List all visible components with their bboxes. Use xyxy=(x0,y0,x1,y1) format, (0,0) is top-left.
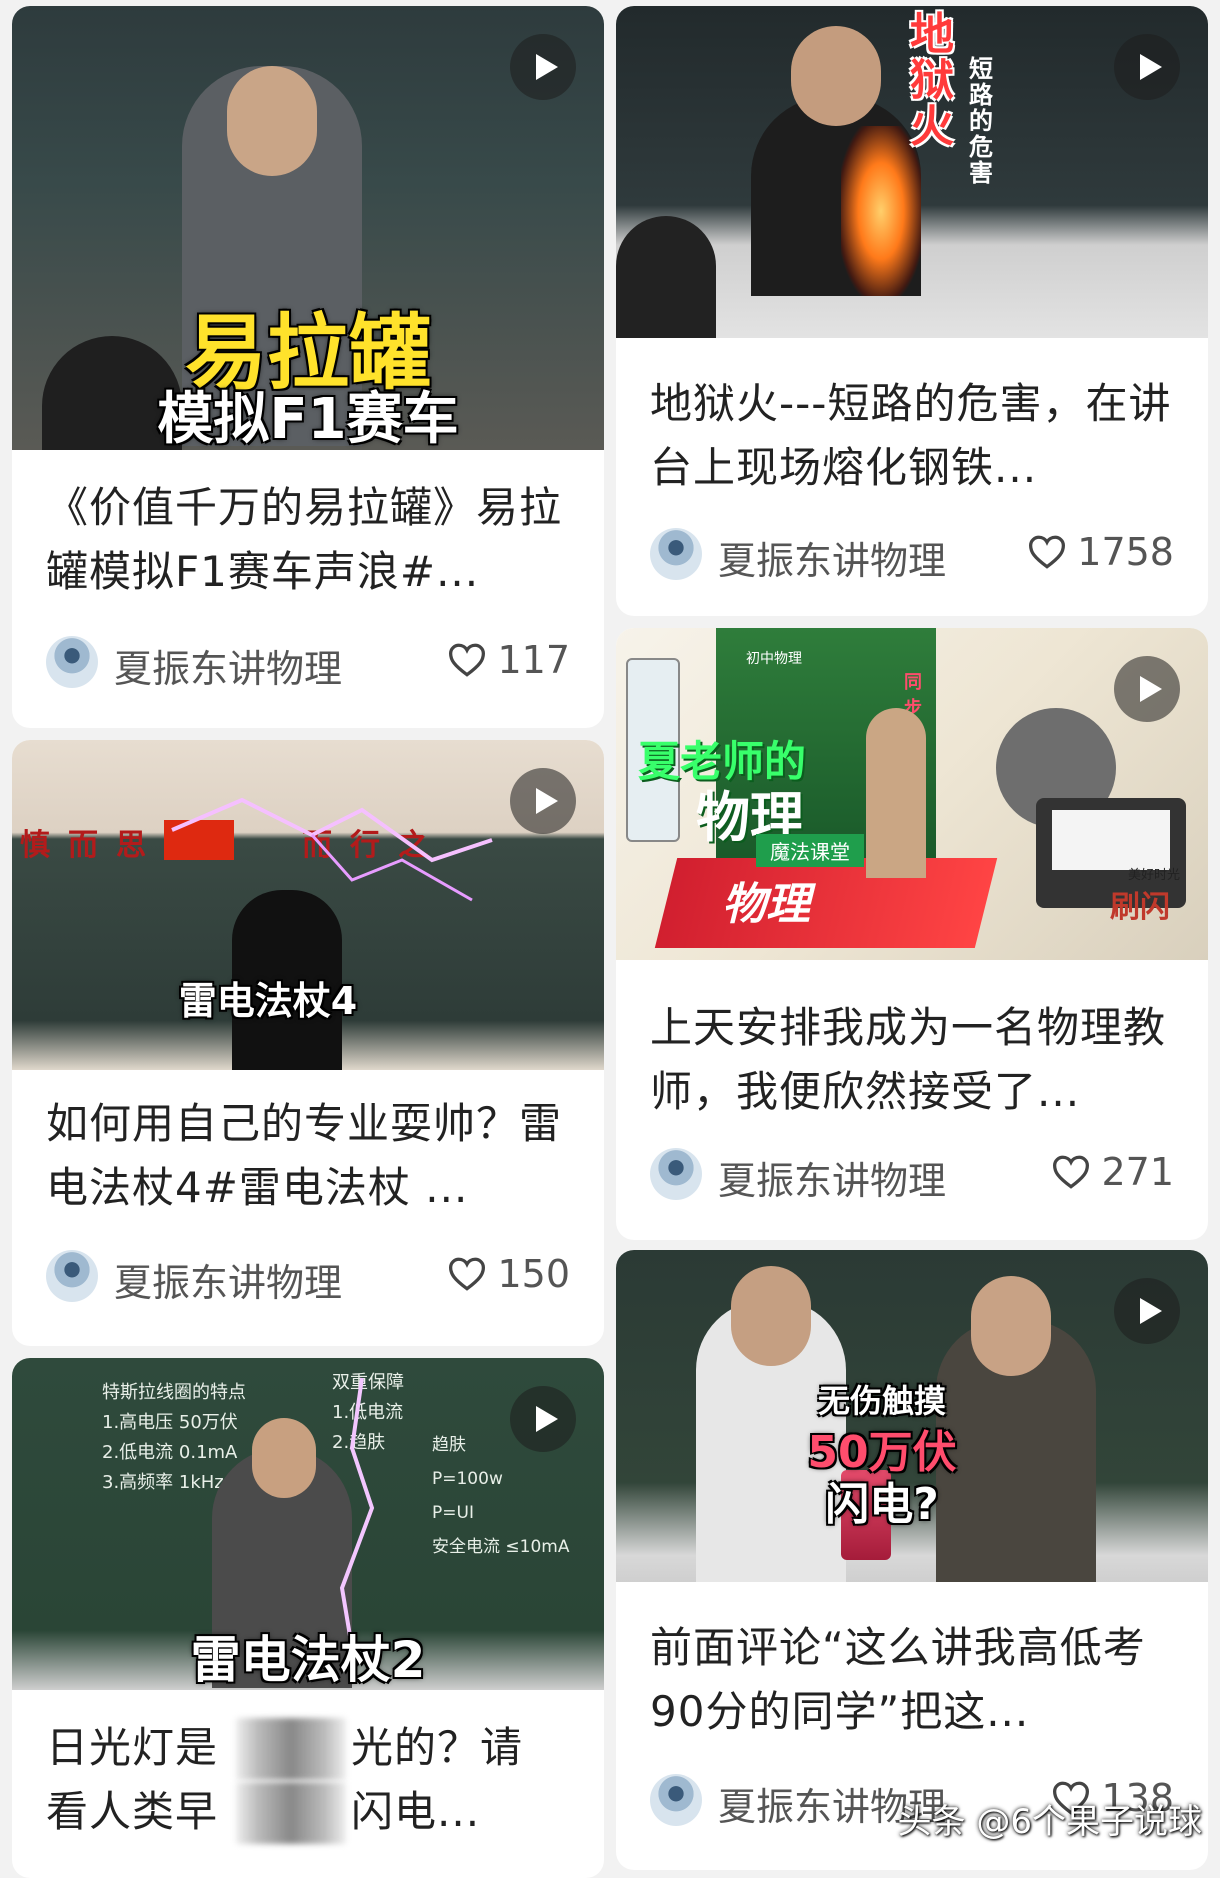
video-title[interactable]: 地狱火---短路的危害，在讲台上现场熔化钢铁... xyxy=(650,372,1178,500)
author-name[interactable]: 夏振东讲物理 xyxy=(718,530,946,585)
redaction-blur xyxy=(236,1782,346,1844)
video-title[interactable]: 如何用自己的专业耍帅？雷电法杖4#雷电法杖 ... xyxy=(46,1092,574,1220)
video-card-6[interactable]: 无伤触摸 50万伏 闪电? 前面评论“这么讲我高低考90分的同学”把这... 夏… xyxy=(616,1250,1208,1870)
video-card-3[interactable]: 慎 而 思 而 行 之 雷电法杖4 如何用自己的专业耍帅？雷电法杖4#雷电法杖 … xyxy=(12,740,604,1346)
video-thumbnail[interactable]: 慎 而 思 而 行 之 雷电法杖4 xyxy=(12,740,604,1070)
textbook-label: 初中物理 xyxy=(746,651,802,667)
like-count-value: 1758 xyxy=(1077,530,1174,574)
teacher-face xyxy=(971,1276,1051,1376)
like-count[interactable]: 117 xyxy=(447,638,570,682)
red-book: 物理 xyxy=(654,858,998,948)
like-count-value: 150 xyxy=(497,1252,570,1296)
play-icon[interactable] xyxy=(1114,656,1180,722)
author-name[interactable]: 夏振东讲物理 xyxy=(114,638,342,693)
title-fragment: 日光灯是 xyxy=(46,1723,219,1772)
play-icon[interactable] xyxy=(510,34,576,100)
author-name[interactable]: 夏振东讲物理 xyxy=(114,1252,342,1307)
play-icon[interactable] xyxy=(1114,1278,1180,1344)
card-meta: 夏振东讲物理 117 xyxy=(46,634,570,693)
teacher-figure xyxy=(866,708,926,878)
video-thumbnail[interactable]: 特斯拉线圈的特点 1.高电压 50万伏 2.低电流 0.1mA 3.高频率 1k… xyxy=(12,1358,604,1690)
avatar[interactable] xyxy=(46,1250,98,1302)
heart-icon[interactable] xyxy=(1027,534,1067,570)
teacher-face xyxy=(227,66,317,176)
thumbnail-overlay-title: 雷电法杖4 xyxy=(178,979,358,1023)
thumbnail-overlay-line3: 魔法课堂 xyxy=(756,834,864,867)
like-count[interactable]: 271 xyxy=(1051,1150,1174,1194)
like-count-value: 117 xyxy=(497,638,570,682)
video-title[interactable]: 前面评论“这么讲我高低考90分的同学”把这... xyxy=(650,1616,1178,1744)
title-fragment: 光的？请 xyxy=(351,1723,524,1772)
play-icon[interactable] xyxy=(510,1386,576,1452)
red-book-title: 物理 xyxy=(719,879,820,930)
avatar[interactable] xyxy=(46,636,98,688)
heart-icon[interactable] xyxy=(447,642,487,678)
thumbnail-overlay-subtitle: 短路的危害 xyxy=(969,55,993,187)
corner-caption-small: 美好时光 xyxy=(1127,868,1180,883)
card-meta: 夏振东讲物理 150 xyxy=(46,1248,570,1307)
student-head xyxy=(616,216,716,338)
video-title[interactable]: 日光灯是 光的？请 看人类早 闪电... xyxy=(46,1716,574,1844)
fire-sparks xyxy=(841,126,921,296)
like-count[interactable]: 1758 xyxy=(1027,530,1174,574)
title-fragment: 闪电... xyxy=(351,1787,481,1836)
corner-caption: 刷闪 xyxy=(1110,890,1170,925)
card-meta: 夏振东讲物理 1758 xyxy=(650,526,1174,585)
video-card-1[interactable]: 易拉罐 模拟F1赛车 《价值千万的易拉罐》易拉罐模拟F1赛车声浪#... 夏振东… xyxy=(12,6,604,728)
video-thumbnail[interactable]: 无伤触摸 50万伏 闪电? xyxy=(616,1250,1208,1582)
avatar[interactable] xyxy=(650,1774,702,1826)
redaction-blur xyxy=(236,1718,346,1780)
video-card-4[interactable]: 初中物理 同步练习 物理 夏老师的 物理 魔法课堂 美好时光 刷闪 上天安排我成… xyxy=(616,628,1208,1240)
video-card-2[interactable]: 地狱火 短路的危害 地狱火---短路的危害，在讲台上现场熔化钢铁... 夏振东讲… xyxy=(616,6,1208,616)
title-fragment: 看人类早 xyxy=(46,1787,219,1836)
avatar[interactable] xyxy=(650,1148,702,1200)
video-title[interactable]: 上天安排我成为一名物理教师，我便欣然接受了... xyxy=(650,996,1178,1124)
meter-dial xyxy=(1052,810,1170,870)
thumbnail-overlay-title: 地狱火 xyxy=(910,9,954,152)
play-icon[interactable] xyxy=(510,768,576,834)
avatar[interactable] xyxy=(650,528,702,580)
video-card-5[interactable]: 特斯拉线圈的特点 1.高电压 50万伏 2.低电流 0.1mA 3.高频率 1k… xyxy=(12,1358,604,1878)
video-thumbnail[interactable]: 易拉罐 模拟F1赛车 xyxy=(12,6,604,450)
heart-icon[interactable] xyxy=(1051,1154,1091,1190)
like-count-value: 271 xyxy=(1101,1150,1174,1194)
source-watermark: 头条 @6个果子说球 xyxy=(897,1802,1202,1842)
thumbnail-overlay-title: 雷电法杖2 xyxy=(190,1631,426,1689)
author-name[interactable]: 夏振东讲物理 xyxy=(718,1150,946,1205)
like-count[interactable]: 150 xyxy=(447,1252,570,1296)
thumbnail-overlay-line3: 闪电? xyxy=(825,1479,939,1530)
video-thumbnail[interactable]: 地狱火 短路的危害 xyxy=(616,6,1208,338)
heart-icon[interactable] xyxy=(447,1256,487,1292)
card-meta: 夏振东讲物理 271 xyxy=(650,1146,1174,1205)
teacher-face xyxy=(791,26,881,126)
video-title[interactable]: 《价值千万的易拉罐》易拉罐模拟F1赛车声浪#... xyxy=(46,476,574,604)
thumbnail-overlay-subtitle: 模拟F1赛车 xyxy=(157,387,459,450)
play-icon[interactable] xyxy=(1114,34,1180,100)
student-face xyxy=(731,1266,811,1366)
video-thumbnail[interactable]: 初中物理 同步练习 物理 夏老师的 物理 魔法课堂 美好时光 刷闪 xyxy=(616,628,1208,960)
